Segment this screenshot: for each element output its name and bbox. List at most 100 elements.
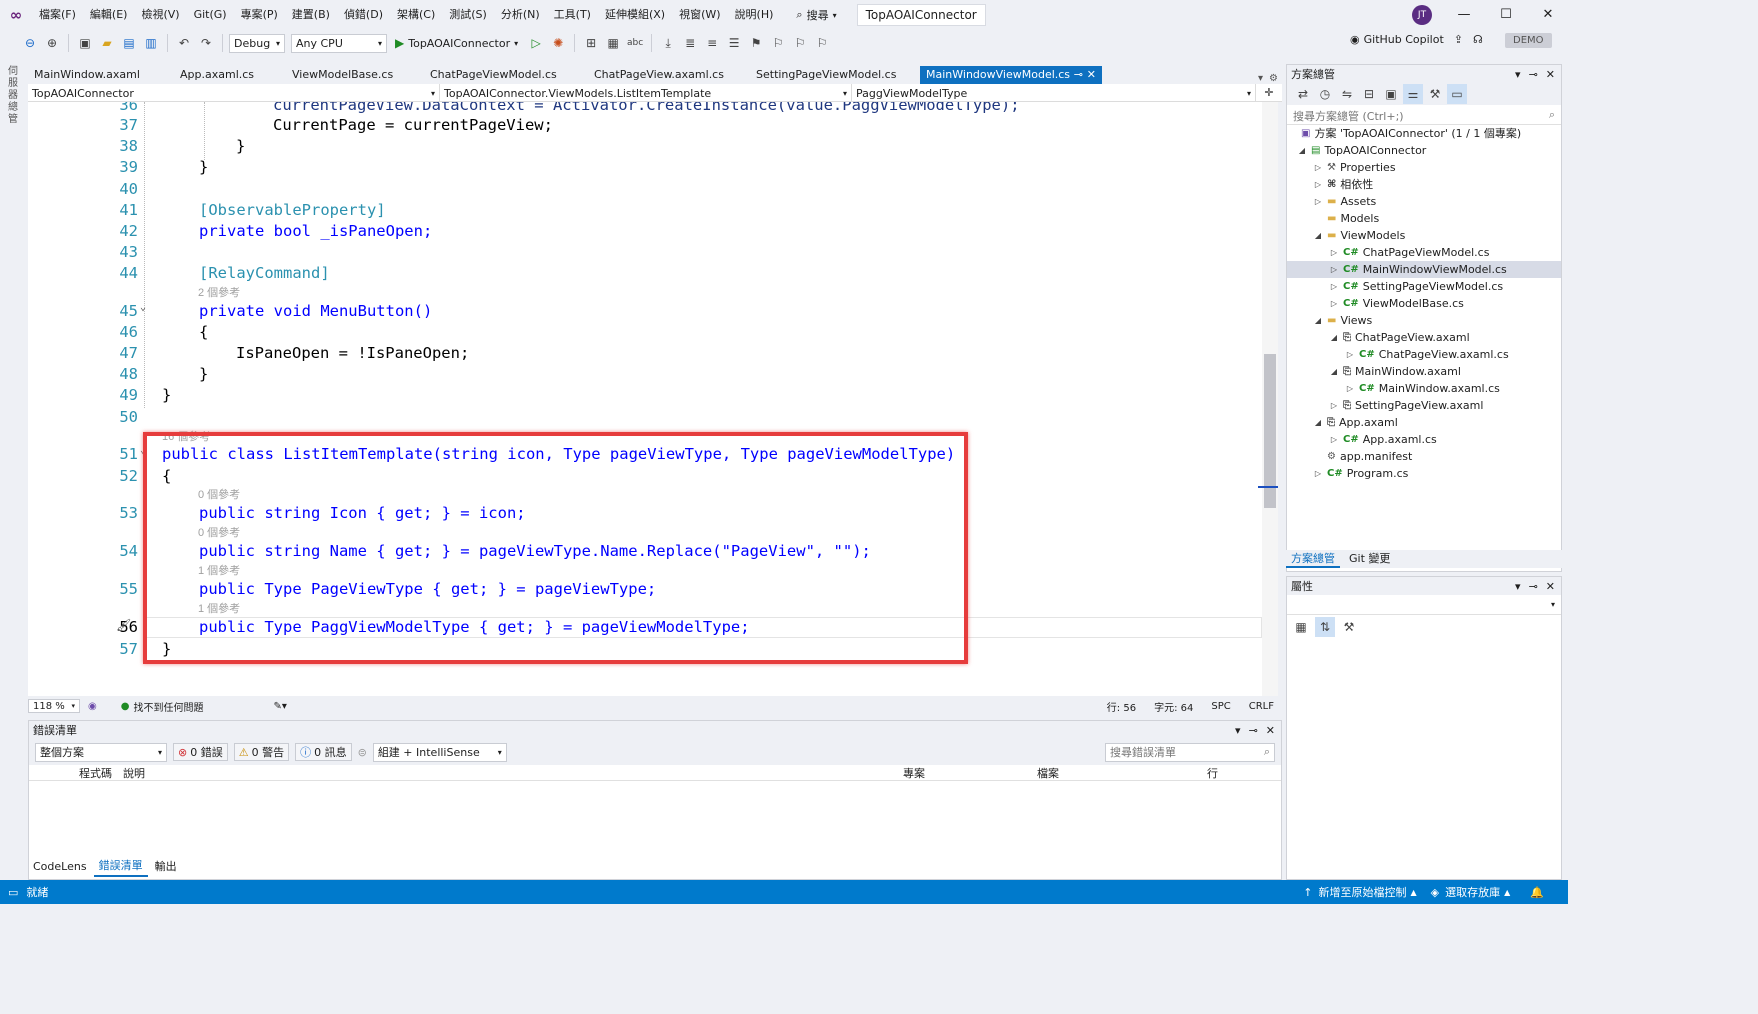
error-search-input[interactable]: 搜尋錯誤清單 ⌕ xyxy=(1105,742,1275,762)
expanded-arrow-icon[interactable]: ◢ xyxy=(1329,329,1339,346)
pin-icon[interactable]: ⊸ xyxy=(1529,68,1538,81)
redo-icon[interactable]: ↷ xyxy=(196,33,216,53)
collapsed-arrow-icon[interactable]: ▷ xyxy=(1313,159,1323,176)
code-cleanup-icon[interactable]: ✎▾ xyxy=(273,701,286,712)
scrollbar-thumb[interactable] xyxy=(1264,354,1276,508)
menu-tools[interactable]: 工具(T) xyxy=(547,0,598,30)
configuration-select[interactable]: Debug ▾ xyxy=(229,33,285,53)
alphabetical-icon[interactable]: ⇅ xyxy=(1315,617,1335,637)
tab-codelens[interactable]: CodeLens xyxy=(28,858,92,876)
notification-bell-icon[interactable]: 🔔 xyxy=(1530,886,1544,899)
collapse-chevron-icon[interactable]: ⌄ xyxy=(140,302,146,313)
feedback-icon[interactable]: ☊ xyxy=(1473,33,1483,46)
preview-icon[interactable]: ▭ xyxy=(1447,84,1467,104)
sync-icon[interactable]: ⇋ xyxy=(1337,84,1357,104)
column-line[interactable]: 行 xyxy=(1207,765,1218,780)
tree-node-app-axaml-cs[interactable]: ▷ C# App.axaml.cs xyxy=(1329,431,1437,448)
warnings-filter-button[interactable]: ⚠ 0 警告 xyxy=(233,743,290,761)
collapsed-arrow-icon[interactable]: ▷ xyxy=(1313,176,1323,193)
filter-icon[interactable]: ⊜ xyxy=(358,746,367,759)
tree-node-mainwindowviewmodel-selected[interactable]: ▷ C# MainWindowViewModel.cs xyxy=(1329,261,1507,278)
switch-view-icon[interactable]: ⇄ xyxy=(1293,84,1313,104)
collapsed-arrow-icon[interactable]: ▷ xyxy=(1329,397,1339,414)
next-bookmark-icon[interactable]: ⚐ xyxy=(790,33,810,53)
collapsed-arrow-icon[interactable]: ▷ xyxy=(1329,278,1339,295)
bookmark-icon[interactable]: ⚑ xyxy=(746,33,766,53)
menu-debug[interactable]: 偵錯(D) xyxy=(337,0,390,30)
tab-app-axaml-cs[interactable]: App.axaml.cs xyxy=(174,66,286,84)
tab-settingpageviewmodel[interactable]: SettingPageViewModel.cs xyxy=(750,66,920,84)
menu-project[interactable]: 專案(P) xyxy=(234,0,285,30)
tree-node-views[interactable]: ◢ ▬ Views xyxy=(1313,312,1372,329)
expanded-arrow-icon[interactable]: ◢ xyxy=(1313,312,1323,329)
pin-icon[interactable]: ⊸ xyxy=(1249,724,1258,737)
tab-mainwindow-axaml[interactable]: MainWindow.axaml xyxy=(28,66,174,84)
uncomment-icon[interactable]: ☰ xyxy=(724,33,744,53)
codelens-hint[interactable]: 2 個參考 xyxy=(198,284,240,300)
tree-node-mainwindow-axaml[interactable]: ◢ ⎘ MainWindow.axaml xyxy=(1329,363,1461,380)
panel-dropdown-icon[interactable]: ▾ xyxy=(1235,724,1241,737)
tab-chatpageviewmodel[interactable]: ChatPageViewModel.cs xyxy=(424,66,588,84)
tree-node-settingpageview-axaml[interactable]: ▷ ⎘ SettingPageView.axaml xyxy=(1329,397,1483,414)
tab-mainwindowviewmodel[interactable]: MainWindowViewModel.cs ⊸ ✕ xyxy=(920,66,1102,84)
format-icon[interactable]: ≣ xyxy=(680,33,700,53)
share-icon[interactable]: ⇪ xyxy=(1454,33,1463,46)
tab-error-list[interactable]: 錯誤清單 xyxy=(93,857,148,877)
tree-node-program[interactable]: ▷ C# Program.cs xyxy=(1313,465,1408,482)
menu-git[interactable]: Git(G) xyxy=(187,0,234,30)
menu-view[interactable]: 檢視(V) xyxy=(134,0,186,30)
save-all-icon[interactable]: ▥ xyxy=(141,33,161,53)
collapsed-arrow-icon[interactable]: ▷ xyxy=(1313,465,1323,482)
platform-select[interactable]: Any CPU ▾ xyxy=(291,33,387,53)
line-indicator[interactable]: 行: 56 xyxy=(1107,699,1136,714)
tree-node-dependencies[interactable]: ▷ ⌘ 相依性 xyxy=(1313,176,1373,193)
prev-bookmark-icon[interactable]: ⚐ xyxy=(768,33,788,53)
layout-icon[interactable]: ▦ xyxy=(603,33,623,53)
add-to-source-control[interactable]: 新增至原始檔控制 xyxy=(1319,884,1407,900)
column-description[interactable]: 說明 xyxy=(123,765,903,780)
save-icon[interactable]: ▤ xyxy=(119,33,139,53)
tab-git-changes[interactable]: Git 變更 xyxy=(1344,550,1395,568)
crlf-indicator[interactable]: CRLF xyxy=(1249,701,1274,712)
categorized-icon[interactable]: ▦ xyxy=(1291,617,1311,637)
tree-node-viewmodels[interactable]: ◢ ▬ ViewModels xyxy=(1313,227,1405,244)
spc-indicator[interactable]: SPC xyxy=(1211,701,1230,712)
back-icon[interactable]: ⊖ xyxy=(20,33,40,53)
errors-filter-button[interactable]: ⊗ 0 錯誤 xyxy=(173,743,228,761)
comment-icon[interactable]: ≡ xyxy=(702,33,722,53)
settings-gear-icon[interactable]: ⚙ xyxy=(1269,73,1278,84)
menu-build[interactable]: 建置(B) xyxy=(285,0,337,30)
pin-icon[interactable]: ⊸ xyxy=(1074,66,1083,84)
tree-node-viewmodelbase[interactable]: ▷ C# ViewModelBase.cs xyxy=(1329,295,1464,312)
split-icon[interactable]: ✛ xyxy=(1256,84,1282,101)
tree-node-settingpageviewmodel[interactable]: ▷ C# SettingPageViewModel.cs xyxy=(1329,278,1503,295)
tree-node-mainwindow-axaml-cs[interactable]: ▷ C# MainWindow.axaml.cs xyxy=(1345,380,1500,397)
menu-analyze[interactable]: 分析(N) xyxy=(494,0,547,30)
copilot-status-icon[interactable]: ◉ xyxy=(88,701,97,712)
properties-wrench-icon[interactable]: ⚒ xyxy=(1425,84,1445,104)
collapse-all-icon[interactable]: ⊟ xyxy=(1359,84,1379,104)
quick-actions-brush-icon[interactable]: 🖌 xyxy=(116,618,131,632)
expanded-arrow-icon[interactable]: ◢ xyxy=(1313,414,1323,431)
spell-check-icon[interactable]: abc xyxy=(625,33,645,53)
tree-node-chatpageview-axaml-cs[interactable]: ▷ C# ChatPageView.axaml.cs xyxy=(1345,346,1509,363)
tree-node-chatpageview-axaml[interactable]: ◢ ⎘ ChatPageView.axaml xyxy=(1329,329,1470,346)
menu-window[interactable]: 視窗(W) xyxy=(672,0,727,30)
editor-scrollbar[interactable] xyxy=(1258,102,1278,696)
collapsed-arrow-icon[interactable]: ▷ xyxy=(1313,193,1323,210)
member-dropdown[interactable]: PaggViewModelType ▾ xyxy=(852,84,1256,102)
solution-search-input[interactable]: 搜尋方案總管 (Ctrl+;) ⌕ xyxy=(1287,105,1561,125)
tab-output[interactable]: 輸出 xyxy=(150,858,182,876)
collapsed-arrow-icon[interactable]: ▷ xyxy=(1345,346,1355,363)
close-tab-icon[interactable]: ✕ xyxy=(1087,66,1096,84)
tree-node-app-manifest[interactable]: ⚙ app.manifest xyxy=(1313,448,1412,465)
menu-arch[interactable]: 架構(C) xyxy=(390,0,442,30)
column-project[interactable]: 專案 xyxy=(903,765,1037,780)
panel-dropdown-icon[interactable]: ▾ xyxy=(1515,580,1521,593)
build-filter-select[interactable]: 組建 + IntelliSense ▾ xyxy=(372,742,507,762)
filter-icon[interactable]: ⚌ xyxy=(1403,84,1423,104)
panel-dropdown-icon[interactable]: ▾ xyxy=(1515,68,1521,81)
collapsed-arrow-icon[interactable]: ▷ xyxy=(1345,380,1355,397)
collapsed-arrow-icon[interactable]: ▷ xyxy=(1329,295,1339,312)
scope-select[interactable]: 整個方案 ▾ xyxy=(35,742,167,762)
